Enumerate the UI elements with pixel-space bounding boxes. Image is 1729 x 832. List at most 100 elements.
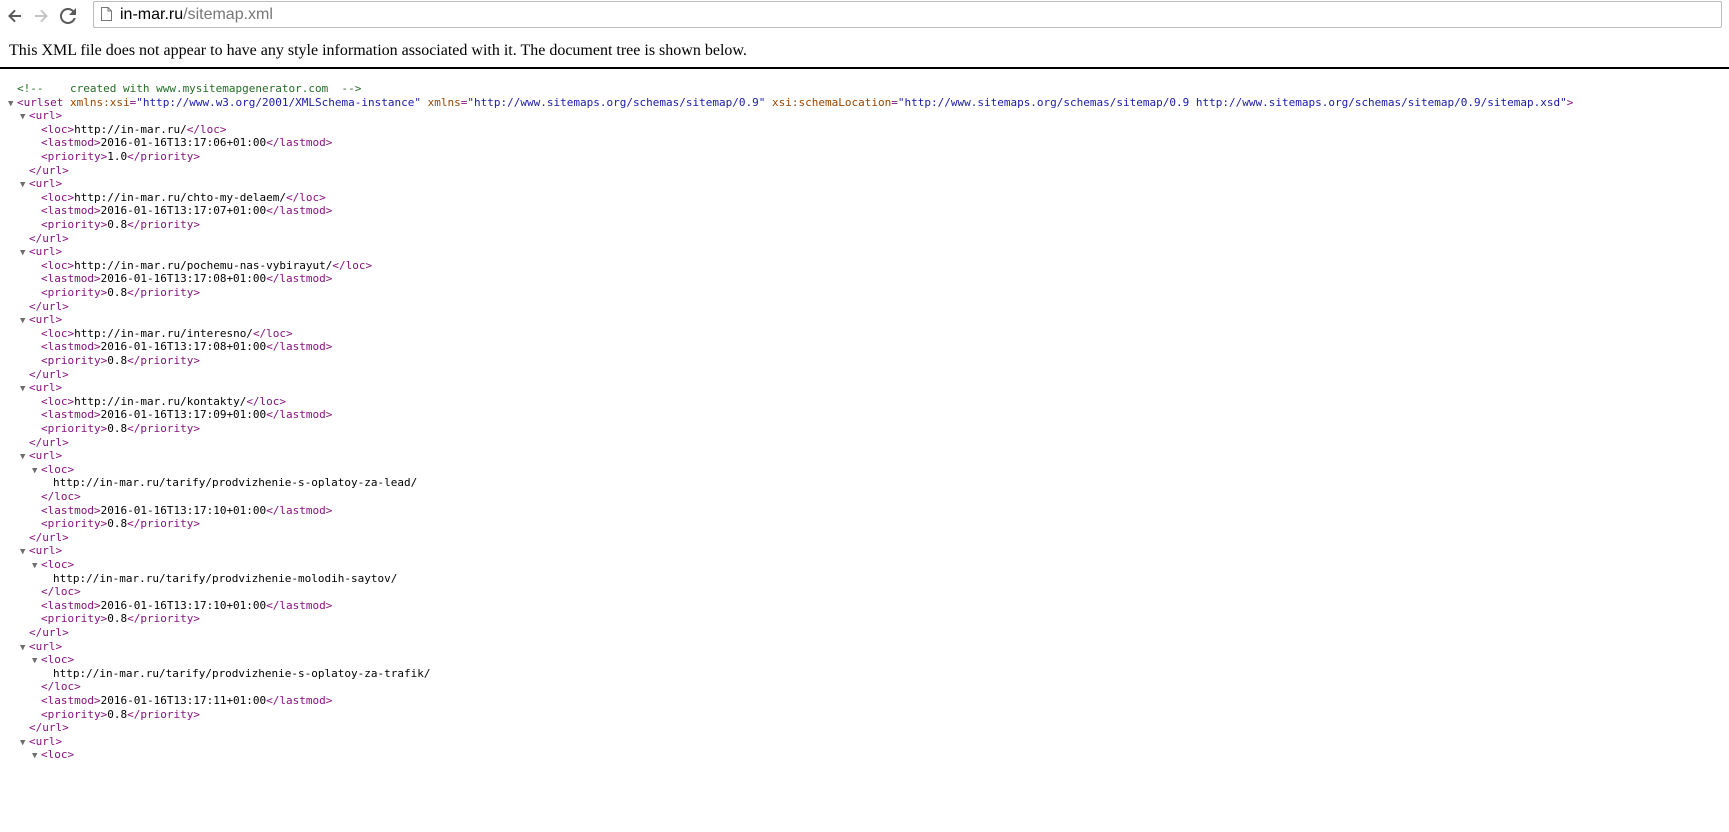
- priority-line: <priority>1.0</priority>: [41, 150, 200, 164]
- priority-open-tag: <priority>: [41, 286, 108, 299]
- url-open-line[interactable]: ▼ <url>: [20, 245, 62, 259]
- loc-value: http://in-mar.ru/pochemu-nas-vybirayut/: [74, 259, 333, 272]
- collapse-triangle-icon[interactable]: ▼: [32, 654, 41, 668]
- priority-value: 0.8: [107, 517, 128, 530]
- url-open-line[interactable]: ▼ <url>: [20, 177, 62, 191]
- url-open-tag: <url>: [29, 735, 63, 748]
- lastmod-close-tag: </lastmod>: [266, 408, 333, 421]
- loc-value: http://in-mar.ru/tarify/prodvizhenie-mol…: [53, 572, 398, 585]
- urlset-open-line[interactable]: ▼ <urlset xmlns:xsi="http://www.w3.org/20…: [8, 96, 1573, 110]
- reload-button[interactable]: [57, 5, 79, 27]
- collapse-triangle-icon[interactable]: ▼: [20, 246, 29, 260]
- loc-text-line: http://in-mar.ru/tarify/prodvizhenie-mol…: [53, 572, 397, 586]
- loc-close-line: </loc>: [41, 490, 81, 504]
- url-open-line[interactable]: ▼ <url>: [20, 313, 62, 327]
- loc-value: http://in-mar.ru/kontakty/: [74, 395, 247, 408]
- lastmod-open-tag: <lastmod>: [41, 204, 101, 217]
- url-close-tag: </url>: [29, 531, 69, 544]
- address-url: in-mar.ru/sitemap.xml: [120, 5, 273, 25]
- lastmod-value: 2016-01-16T13:17:10+01:00: [100, 599, 267, 612]
- collapse-triangle-icon[interactable]: ▼: [20, 110, 29, 124]
- url-open-tag: <url>: [29, 640, 63, 653]
- priority-close-tag: </priority>: [127, 150, 200, 163]
- collapse-triangle-icon[interactable]: ▼: [8, 97, 17, 111]
- url-close-line: </url>: [29, 368, 69, 382]
- priority-line: <priority>0.8</priority>: [41, 218, 200, 232]
- loc-value: http://in-mar.ru/tarify/prodvizhenie-s-o…: [53, 667, 431, 680]
- lastmod-value: 2016-01-16T13:17:11+01:00: [100, 694, 267, 707]
- url-close-line: </url>: [29, 232, 69, 246]
- priority-value: 0.8: [107, 422, 128, 435]
- priority-value: 0.8: [107, 708, 128, 721]
- collapse-triangle-icon[interactable]: ▼: [20, 545, 29, 559]
- back-arrow-icon: [8, 9, 21, 23]
- priority-line: <priority>0.8</priority>: [41, 422, 200, 436]
- collapse-triangle-icon[interactable]: ▼: [20, 178, 29, 192]
- loc-open-tag: <loc>: [41, 259, 75, 272]
- lastmod-close-tag: </lastmod>: [266, 340, 333, 353]
- url-close-line: </url>: [29, 531, 69, 545]
- lastmod-close-tag: </lastmod>: [266, 272, 333, 285]
- loc-close-tag: </loc>: [246, 395, 287, 408]
- loc-open-line[interactable]: ▼ <loc>: [32, 558, 74, 572]
- page-icon: [101, 7, 112, 21]
- priority-line: <priority>0.8</priority>: [41, 517, 200, 531]
- url-open-line[interactable]: ▼ <url>: [20, 640, 62, 654]
- url-open-line[interactable]: ▼ <url>: [20, 544, 62, 558]
- address-bar[interactable]: in-mar.ru/sitemap.xml: [93, 1, 1722, 28]
- attr-name: xmlns: [427, 96, 461, 109]
- loc-open-tag: <loc>: [41, 123, 75, 136]
- collapse-triangle-icon[interactable]: ▼: [20, 641, 29, 655]
- url-open-line[interactable]: ▼ <url>: [20, 109, 62, 123]
- browser-toolbar: in-mar.ru/sitemap.xml: [0, 0, 1729, 31]
- loc-line: <loc>http://in-mar.ru/pochemu-nas-vybira…: [41, 259, 372, 273]
- lastmod-open-tag: <lastmod>: [41, 136, 101, 149]
- loc-open-line[interactable]: ▼ <loc>: [32, 748, 74, 762]
- loc-close-tag: </loc>: [41, 680, 81, 693]
- loc-open-line[interactable]: ▼ <loc>: [32, 653, 74, 667]
- priority-open-tag: <priority>: [41, 422, 108, 435]
- url-open-line[interactable]: ▼ <url>: [20, 735, 62, 749]
- priority-value: 0.8: [107, 354, 128, 367]
- priority-open-tag: <priority>: [41, 218, 108, 231]
- lastmod-close-tag: </lastmod>: [266, 599, 333, 612]
- loc-value: http://in-mar.ru/chto-my-delaem/: [74, 191, 287, 204]
- collapse-triangle-icon[interactable]: ▼: [32, 464, 41, 478]
- lastmod-open-tag: <lastmod>: [41, 504, 101, 517]
- lastmod-value: 2016-01-16T13:17:09+01:00: [100, 408, 267, 421]
- loc-line: <loc>http://in-mar.ru/kontakty/</loc>: [41, 395, 286, 409]
- collapse-triangle-icon[interactable]: ▼: [20, 314, 29, 328]
- loc-line: <loc>http://in-mar.ru/interesno/</loc>: [41, 327, 293, 341]
- url-open-line[interactable]: ▼ <url>: [20, 381, 62, 395]
- url-close-line: </url>: [29, 436, 69, 450]
- priority-line: <priority>0.8</priority>: [41, 354, 200, 368]
- back-button[interactable]: [4, 5, 26, 27]
- comment-text: <!-- created with www.mysitemapgenerator…: [17, 82, 362, 95]
- url-open-tag: <url>: [29, 245, 63, 258]
- loc-open-tag: <loc>: [41, 558, 75, 571]
- lastmod-close-tag: </lastmod>: [266, 204, 333, 217]
- url-close-tag: </url>: [29, 721, 69, 734]
- loc-open-tag: <loc>: [41, 327, 75, 340]
- loc-open-tag: <loc>: [41, 748, 75, 761]
- lastmod-open-tag: <lastmod>: [41, 340, 101, 353]
- attr-name: xmlns:xsi: [69, 96, 130, 109]
- collapse-triangle-icon[interactable]: ▼: [20, 736, 29, 750]
- url-close-tag: </url>: [29, 368, 69, 381]
- loc-open-line[interactable]: ▼ <loc>: [32, 463, 74, 477]
- priority-line: <priority>0.8</priority>: [41, 708, 200, 722]
- url-close-line: </url>: [29, 721, 69, 735]
- url-open-tag: <url>: [29, 449, 63, 462]
- priority-close-tag: </priority>: [127, 517, 200, 530]
- priority-line: <priority>0.8</priority>: [41, 612, 200, 626]
- url-open-line[interactable]: ▼ <url>: [20, 449, 62, 463]
- collapse-triangle-icon[interactable]: ▼: [32, 749, 41, 763]
- lastmod-line: <lastmod>2016-01-16T13:17:06+01:00</last…: [41, 136, 332, 150]
- lastmod-value: 2016-01-16T13:17:08+01:00: [100, 340, 267, 353]
- collapse-triangle-icon[interactable]: ▼: [20, 450, 29, 464]
- forward-button[interactable]: [30, 5, 52, 27]
- collapse-triangle-icon[interactable]: ▼: [32, 559, 41, 573]
- priority-value: 1.0: [107, 150, 128, 163]
- url-close-tag: </url>: [29, 300, 69, 313]
- collapse-triangle-icon[interactable]: ▼: [20, 382, 29, 396]
